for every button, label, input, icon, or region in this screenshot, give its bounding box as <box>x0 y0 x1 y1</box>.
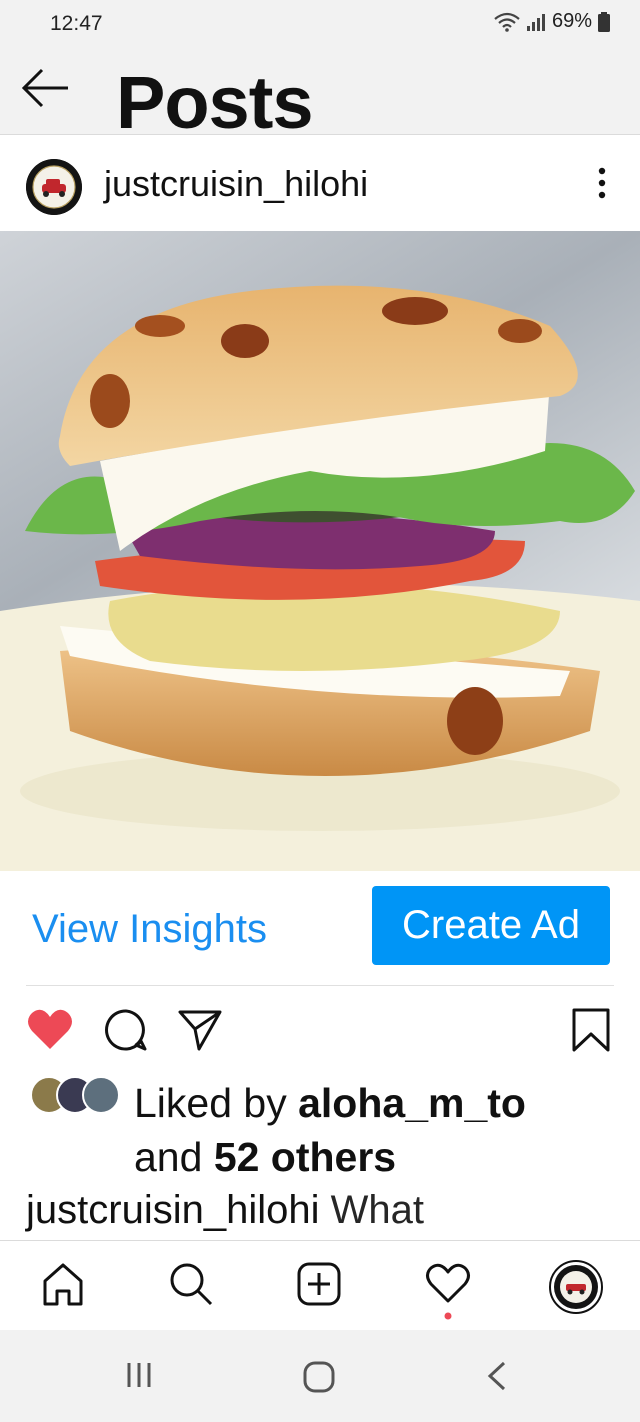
status-icons: 69% <box>494 10 610 33</box>
nav-search[interactable] <box>168 1261 214 1312</box>
battery-percent: 69% <box>551 10 592 32</box>
create-ad-button[interactable]: Create Ad <box>372 886 610 965</box>
save-button[interactable] <box>570 1007 612 1058</box>
caption-username[interactable]: justcruisin_hilohi <box>26 1188 319 1232</box>
brand-logo-icon <box>26 159 82 215</box>
likes-summary[interactable]: Liked by aloha_m_to and 52 others <box>0 1072 640 1182</box>
bottom-navigation <box>0 1240 640 1331</box>
post-image[interactable] <box>0 231 640 871</box>
post-header: justcruisin_hilohi <box>0 135 640 231</box>
heart-filled-icon <box>28 1009 72 1049</box>
promotion-actions: View Insights Create Ad <box>0 871 640 985</box>
avatar <box>82 1076 120 1114</box>
status-bar: 12:47 69% <box>0 0 640 46</box>
nav-activity[interactable] <box>424 1261 472 1326</box>
nav-home[interactable] <box>40 1261 86 1312</box>
system-home-button[interactable] <box>302 1360 336 1399</box>
home-icon <box>43 1263 83 1306</box>
bookmark-icon <box>572 1008 610 1052</box>
liker-username[interactable]: aloha_m_to <box>298 1080 526 1126</box>
more-options-button[interactable] <box>594 165 610 201</box>
back-arrow-icon <box>21 68 68 108</box>
liker-avatars <box>30 1076 126 1116</box>
system-back-button[interactable] <box>484 1360 510 1397</box>
home-circle-icon <box>303 1361 335 1393</box>
page-title: Posts <box>116 61 314 135</box>
back-button[interactable] <box>20 66 72 110</box>
post-username[interactable]: justcruisin_hilohi <box>104 163 368 205</box>
caption-text: What <box>319 1188 424 1232</box>
recent-apps-icon <box>127 1363 151 1387</box>
likes-and: and <box>134 1134 214 1180</box>
divider <box>26 985 614 986</box>
status-time: 12:47 <box>50 12 103 35</box>
share-button[interactable] <box>177 1007 223 1058</box>
comment-button[interactable] <box>103 1007 149 1058</box>
activity-heart-icon <box>426 1263 470 1320</box>
battery-icon <box>598 11 610 32</box>
nav-new-post[interactable] <box>296 1261 342 1312</box>
signal-icon <box>526 13 545 31</box>
wifi-icon <box>494 12 520 32</box>
activity-dot <box>444 1312 452 1320</box>
likes-count[interactable]: 52 others <box>214 1134 396 1180</box>
search-icon <box>170 1263 213 1306</box>
share-send-icon <box>178 1010 222 1051</box>
post-caption: justcruisin_hilohi What <box>26 1188 424 1233</box>
view-insights-link[interactable]: View Insights <box>32 907 267 952</box>
likes-prefix: Liked by <box>134 1080 299 1126</box>
profile-avatar[interactable] <box>26 159 82 215</box>
like-button[interactable] <box>26 1007 74 1056</box>
posts-header: Posts <box>0 46 640 135</box>
profile-avatar-icon <box>549 1260 603 1314</box>
likes-text: Liked by aloha_m_to and 52 others <box>134 1076 526 1184</box>
post-action-icons <box>0 995 640 1065</box>
recent-apps-button[interactable] <box>124 1360 154 1395</box>
more-vertical-icon <box>598 167 606 199</box>
system-navigation-bar <box>0 1330 640 1422</box>
sandwich-photo <box>0 231 640 871</box>
back-chevron-icon <box>487 1361 506 1391</box>
add-post-icon <box>297 1262 341 1306</box>
nav-profile[interactable] <box>548 1259 604 1320</box>
comment-icon <box>105 1009 147 1051</box>
